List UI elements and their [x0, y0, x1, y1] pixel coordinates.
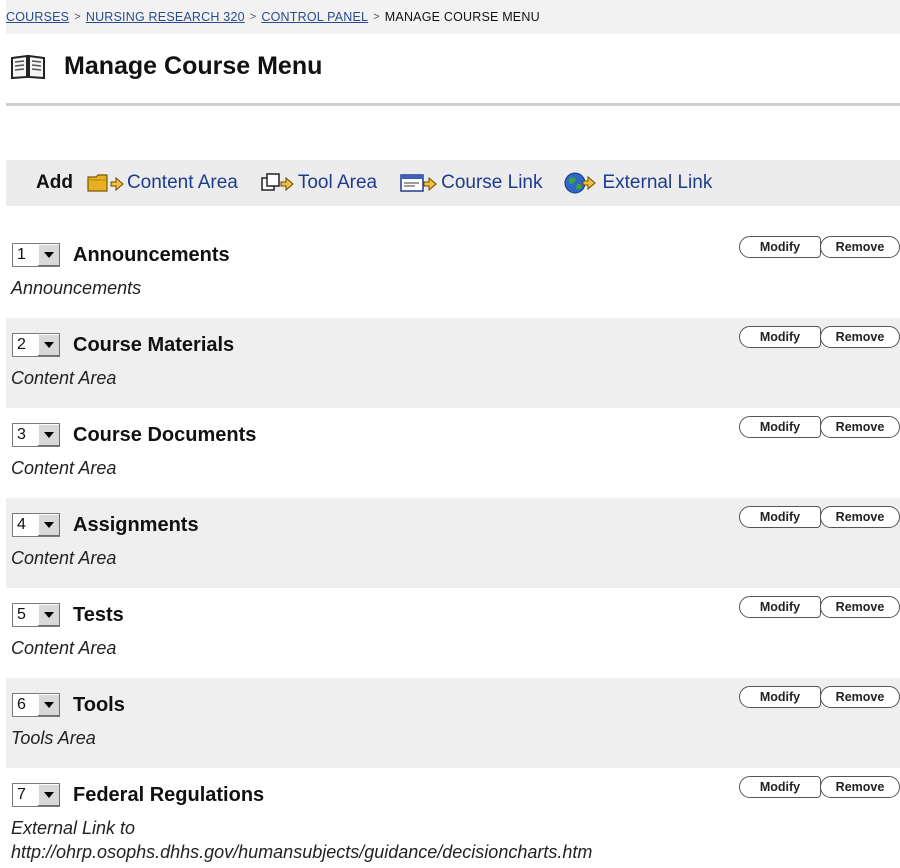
- menu-item-type: Content Area: [11, 638, 117, 658]
- breadcrumb-link-control-panel[interactable]: CONTROL PANEL: [261, 10, 368, 24]
- menu-item-name: Tools: [73, 694, 125, 716]
- menu-item-name: Assignments: [73, 514, 199, 536]
- breadcrumb-separator: >: [373, 11, 380, 23]
- folder-add-icon: [87, 174, 124, 192]
- menu-item-type: Content Area: [11, 548, 117, 568]
- globe-add-icon: [564, 172, 597, 194]
- row-actions: Modify Remove: [739, 416, 900, 438]
- menu-item-type: Tools Area: [11, 728, 96, 748]
- page-header: Manage Course Menu: [10, 52, 322, 81]
- menu-item-type: Announcements: [11, 278, 142, 298]
- breadcrumb-separator: >: [74, 11, 81, 23]
- menu-item-row: 5 Tests Content Area Modify Remove: [6, 588, 900, 678]
- modify-button[interactable]: Modify: [739, 506, 821, 528]
- remove-button[interactable]: Remove: [820, 506, 900, 528]
- add-tool-area-label: Tool Area: [297, 172, 378, 193]
- chevron-down-icon: [37, 784, 60, 806]
- order-select[interactable]: 1: [12, 243, 60, 267]
- order-value: 5: [17, 606, 26, 623]
- menu-item-row: 4 Assignments Content Area Modify Remove: [6, 498, 900, 588]
- menu-item-row: 1 Announcements Announcements Modify Rem…: [6, 228, 900, 318]
- order-value: 7: [17, 786, 26, 803]
- menu-item-name: Announcements: [73, 244, 230, 266]
- menu-item-row: 7 Federal Regulations External Link to h…: [6, 768, 900, 868]
- page-title: Manage Course Menu: [64, 52, 323, 80]
- chevron-down-icon: [37, 694, 60, 716]
- menu-item-row: 2 Course Materials Content Area Modify R…: [6, 318, 900, 408]
- chevron-down-icon: [37, 244, 60, 266]
- breadcrumb-current: MANAGE COURSE MENU: [384, 10, 540, 24]
- row-actions: Modify Remove: [739, 326, 900, 348]
- chevron-down-icon: [37, 334, 60, 356]
- menu-item-type: Content Area: [11, 458, 117, 478]
- course-link-add-icon: [400, 174, 437, 192]
- add-toolbar: Add Content Area Tool Area Course Link E…: [6, 160, 900, 206]
- chevron-down-icon: [37, 514, 60, 536]
- menu-item-name: Federal Regulations: [73, 784, 265, 806]
- breadcrumb-separator: >: [249, 11, 257, 23]
- add-label: Add: [36, 172, 73, 193]
- modify-button[interactable]: Modify: [739, 236, 821, 258]
- remove-button[interactable]: Remove: [820, 236, 900, 258]
- remove-button[interactable]: Remove: [820, 326, 900, 348]
- add-course-link-link[interactable]: Course Link: [399, 172, 542, 194]
- modify-button[interactable]: Modify: [739, 326, 821, 348]
- order-value: 3: [17, 426, 26, 443]
- row-actions: Modify Remove: [739, 506, 900, 528]
- order-select[interactable]: 6: [12, 693, 60, 717]
- menu-item-name: Course Documents: [73, 424, 257, 446]
- order-select[interactable]: 5: [12, 603, 60, 627]
- book-icon: [11, 54, 45, 79]
- breadcrumb: COURSES > NURSING RESEARCH 320 > CONTROL…: [6, 0, 900, 34]
- title-divider: [6, 103, 900, 106]
- add-course-link-label: Course Link: [441, 172, 543, 193]
- row-actions: Modify Remove: [739, 596, 900, 618]
- row-actions: Modify Remove: [739, 686, 900, 708]
- breadcrumb-link-courses[interactable]: COURSES: [6, 10, 69, 24]
- chevron-down-icon: [37, 604, 60, 626]
- external-link-url: http://ohrp.osophs.dhhs.gov/humansubject…: [11, 842, 593, 862]
- row-actions: Modify Remove: [739, 236, 900, 258]
- modify-button[interactable]: Modify: [739, 776, 821, 798]
- menu-item-type: Content Area: [11, 368, 117, 388]
- order-select[interactable]: 3: [12, 423, 60, 447]
- add-content-area-label: Content Area: [126, 172, 238, 193]
- menu-item-row: 6 Tools Tools Area Modify Remove: [6, 678, 900, 768]
- remove-button[interactable]: Remove: [820, 416, 900, 438]
- breadcrumb-link-course[interactable]: NURSING RESEARCH 320: [86, 10, 245, 24]
- order-select[interactable]: 4: [12, 513, 60, 537]
- remove-button[interactable]: Remove: [820, 596, 900, 618]
- order-value: 6: [17, 696, 26, 713]
- menu-item-type-label: External Link to: [11, 818, 136, 838]
- chevron-down-icon: [37, 424, 60, 446]
- modify-button[interactable]: Modify: [739, 416, 821, 438]
- add-external-link-label: External Link: [602, 172, 713, 193]
- add-external-link-link[interactable]: External Link: [564, 171, 712, 195]
- menu-item-type: External Link to http://ohrp.osophs.dhhs…: [11, 816, 592, 864]
- row-actions: Modify Remove: [739, 776, 900, 798]
- add-content-area-link[interactable]: Content Area: [87, 172, 238, 194]
- order-value: 4: [17, 516, 26, 533]
- tool-add-icon: [261, 173, 294, 192]
- modify-button[interactable]: Modify: [739, 686, 821, 708]
- menu-item-name: Course Materials: [73, 334, 235, 356]
- remove-button[interactable]: Remove: [820, 776, 900, 798]
- menu-item-name: Tests: [73, 604, 124, 626]
- order-select[interactable]: 2: [12, 333, 60, 357]
- modify-button[interactable]: Modify: [739, 596, 821, 618]
- add-tool-area-link[interactable]: Tool Area: [260, 172, 377, 194]
- order-value: 1: [17, 246, 26, 263]
- menu-item-row: 3 Course Documents Content Area Modify R…: [6, 408, 900, 498]
- course-menu-list: 1 Announcements Announcements Modify Rem…: [6, 228, 900, 868]
- order-value: 2: [17, 336, 26, 353]
- order-select[interactable]: 7: [12, 783, 60, 807]
- remove-button[interactable]: Remove: [820, 686, 900, 708]
